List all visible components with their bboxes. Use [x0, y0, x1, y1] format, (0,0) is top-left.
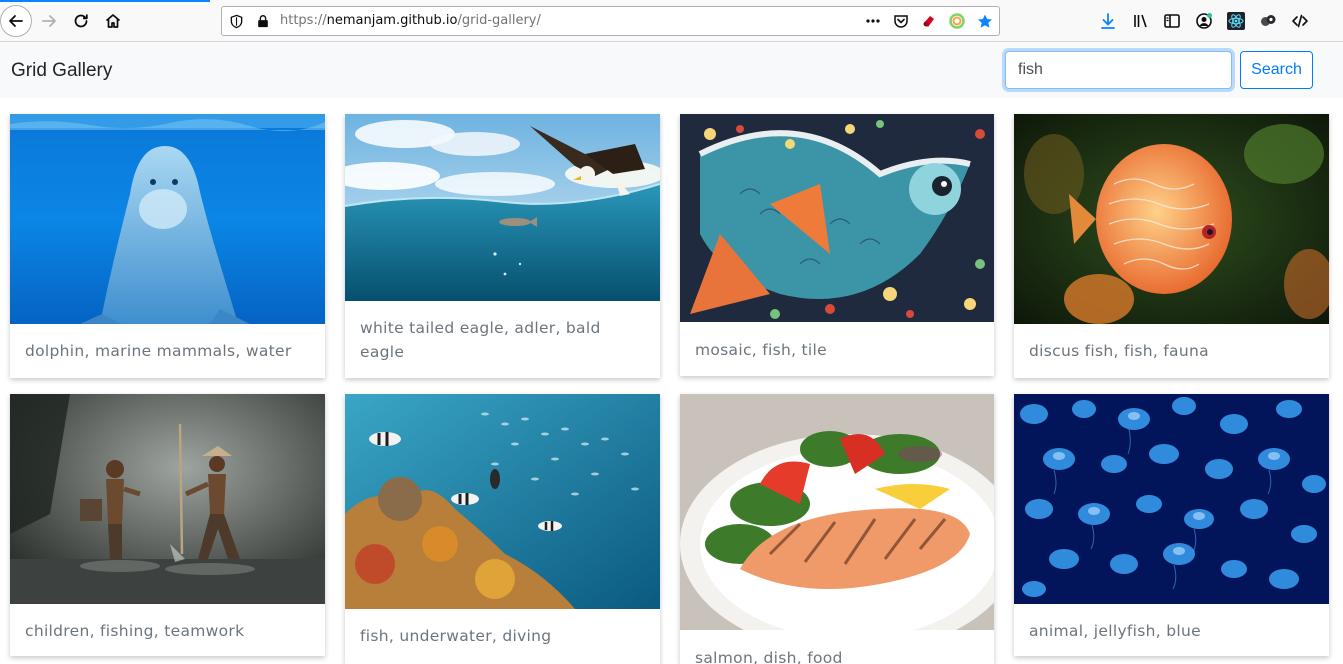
- extension-icon[interactable]: [1259, 12, 1277, 30]
- download-icon[interactable]: [1099, 12, 1117, 30]
- gallery-card[interactable]: salmon, dish, food: [680, 394, 994, 664]
- address-bar[interactable]: https://nemanjam.github.io/grid-gallery/: [221, 6, 1000, 36]
- forward-button[interactable]: [34, 6, 64, 36]
- url-host: nemanjam.github.io: [326, 13, 458, 28]
- card-caption: fish, underwater, diving: [360, 627, 552, 645]
- coral-reef-photo: [345, 394, 660, 609]
- gallery-card[interactable]: children, fishing, teamwork: [10, 394, 325, 656]
- sidebar-icon[interactable]: [1163, 12, 1181, 30]
- active-tab-indicator: [0, 0, 210, 2]
- gallery-card[interactable]: dolphin, marine mammals, water: [10, 114, 325, 378]
- home-icon: [105, 14, 121, 28]
- brand-title[interactable]: Grid Gallery: [11, 60, 112, 82]
- page-actions-more-icon[interactable]: [865, 13, 881, 29]
- dolphin-photo: [10, 114, 325, 324]
- discus-fish-photo: [1014, 114, 1329, 324]
- gallery-card[interactable]: mosaic, fish, tile: [680, 114, 994, 376]
- jellyfish-photo: [1014, 394, 1329, 604]
- gallery-card[interactable]: animal, jellyfish, blue: [1014, 394, 1329, 656]
- card-caption: white tailed eagle, adler, bald eagle: [360, 319, 601, 361]
- card-caption: children, fishing, teamwork: [25, 622, 245, 640]
- pocket-icon[interactable]: [893, 13, 909, 29]
- gallery-card[interactable]: discus fish, fish, fauna: [1014, 114, 1329, 378]
- reload-icon: [74, 14, 88, 28]
- library-icon[interactable]: [1132, 12, 1150, 30]
- react-devtools-icon[interactable]: [1227, 12, 1245, 30]
- extension-wheel-icon[interactable]: [949, 13, 965, 29]
- reload-button[interactable]: [66, 6, 96, 36]
- mosaic-fish-photo: [680, 114, 994, 322]
- eagle-sea-photo: [345, 114, 660, 301]
- url-path: /grid-gallery/: [457, 13, 541, 28]
- forward-arrow-icon: [42, 15, 56, 27]
- card-caption: dolphin, marine mammals, water: [25, 342, 292, 360]
- tracking-protection-shield-icon[interactable]: [228, 13, 244, 29]
- home-button[interactable]: [98, 6, 128, 36]
- search-button[interactable]: Search: [1240, 51, 1313, 89]
- card-caption: salmon, dish, food: [695, 649, 843, 664]
- card-caption: discus fish, fish, fauna: [1029, 342, 1209, 360]
- lock-icon[interactable]: [255, 13, 271, 29]
- search-input[interactable]: [1005, 51, 1232, 89]
- url-scheme: https://: [280, 13, 327, 28]
- bookmark-star-icon[interactable]: [977, 13, 993, 29]
- children-fishing-photo: [10, 394, 325, 604]
- gallery-card[interactable]: white tailed eagle, adler, bald eagle: [345, 114, 660, 378]
- back-arrow-icon: [9, 15, 23, 27]
- salmon-dish-photo: [680, 394, 994, 630]
- card-caption: mosaic, fish, tile: [695, 341, 827, 359]
- card-caption: animal, jellyfish, blue: [1029, 622, 1201, 640]
- account-icon[interactable]: [1195, 12, 1213, 30]
- url-text[interactable]: https://nemanjam.github.io/grid-gallery/: [280, 13, 541, 28]
- extension-red-icon[interactable]: [921, 13, 937, 29]
- navbar: Grid Gallery Search: [0, 42, 1343, 98]
- devtools-code-icon[interactable]: [1291, 12, 1309, 30]
- browser-toolbar: https://nemanjam.github.io/grid-gallery/: [0, 0, 1343, 42]
- back-button[interactable]: [0, 5, 32, 37]
- gallery-card[interactable]: fish, underwater, diving: [345, 394, 660, 664]
